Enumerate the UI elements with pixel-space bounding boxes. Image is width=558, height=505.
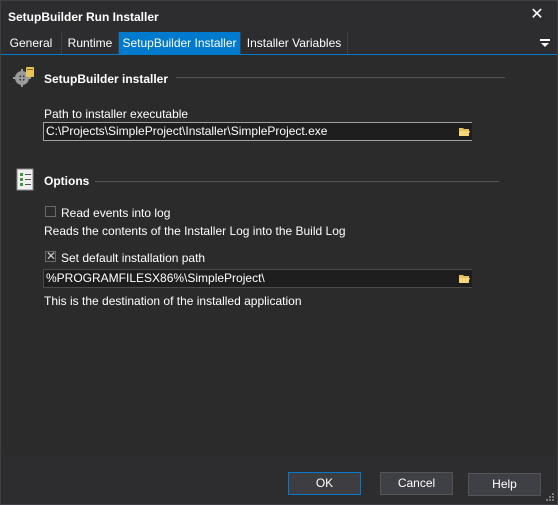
close-icon[interactable]: ✕ <box>527 5 547 25</box>
options-section-title: Options <box>44 174 90 188</box>
default-path-label[interactable]: Set default installation path <box>61 251 205 265</box>
resize-grip-icon[interactable] <box>545 492 555 502</box>
folder-browse-icon[interactable] <box>456 270 472 287</box>
tab-general[interactable]: General <box>1 32 62 54</box>
default-path-description: This is the destination of the installed… <box>44 294 302 308</box>
installer-path-input[interactable]: C:\Projects\SimpleProject\Installer\Simp… <box>43 122 472 141</box>
cancel-button[interactable]: Cancel <box>380 472 453 495</box>
default-path-checkbox[interactable]: ✕ <box>45 249 57 263</box>
installer-section-title: SetupBuilder installer <box>44 72 169 86</box>
tab-menu-icon[interactable] <box>539 34 551 50</box>
read-events-checkbox[interactable] <box>45 206 56 217</box>
read-events-label[interactable]: Read events into log <box>61 206 170 220</box>
title-bar[interactable]: SetupBuilder Run Installer ✕ <box>1 1 557 31</box>
checkmark-icon: ✕ <box>46 249 57 263</box>
options-section-divider <box>95 181 499 182</box>
folder-browse-icon[interactable] <box>456 123 472 140</box>
tab-runtime[interactable]: Runtime <box>62 32 119 54</box>
gear-installer-icon <box>13 67 34 87</box>
checklist-icon <box>16 168 34 191</box>
tab-setupbuilder-installer[interactable]: SetupBuilder Installer <box>119 32 241 54</box>
installer-section-divider <box>176 77 505 78</box>
path-label: Path to installer executable <box>44 107 189 121</box>
tab-bar: General Runtime SetupBuilder Installer I… <box>1 32 557 55</box>
help-button[interactable]: Help <box>468 473 541 496</box>
read-events-description: Reads the contents of the Installer Log … <box>44 224 346 238</box>
window-title: SetupBuilder Run Installer <box>8 10 159 24</box>
ok-button[interactable]: OK <box>288 472 361 495</box>
button-bar: OK Cancel Help <box>1 456 557 504</box>
tab-content: SetupBuilder installer Path to installer… <box>1 55 557 455</box>
tab-installer-variables[interactable]: Installer Variables <box>241 32 348 54</box>
dialog-window: SetupBuilder Run Installer ✕ General Run… <box>0 0 558 505</box>
default-path-input[interactable]: %PROGRAMFILESX86%\SimpleProject\ <box>43 269 472 288</box>
